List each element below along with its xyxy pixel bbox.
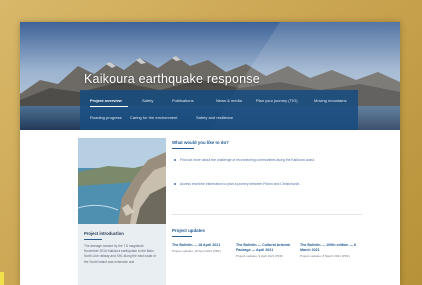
project-updates-heading: Project updates (172, 228, 205, 233)
update-meta: Project updates, 9 April 2021 (PDF) (236, 253, 284, 258)
nav-item-roading-progress[interactable]: Roading progress (90, 115, 122, 120)
update-item[interactable]: The Bulletin — 100th edition — 8 March 2… (300, 243, 358, 258)
update-title[interactable]: The Bulletin — Cultural Artwork Package … (236, 243, 294, 253)
coastline-photo (78, 138, 166, 224)
update-meta: Project updates, 8 March 2021 (PDF) (300, 253, 350, 258)
update-title[interactable]: The Bulletin — 100th edition — 8 March 2… (300, 243, 358, 253)
content-area (20, 130, 400, 285)
nav-item-caring-environment[interactable]: Caring for the environment (130, 115, 177, 120)
page-title: Kaikoura earthquake response (84, 72, 260, 86)
nav-item-publications[interactable]: Publications (172, 98, 194, 103)
nav-item-plan-journey[interactable]: Plan your journey (TIO) (256, 98, 298, 103)
project-introduction-card: Project introduction The damage caused b… (78, 138, 166, 285)
update-item[interactable]: The Bulletin — Cultural Artwork Package … (236, 243, 294, 258)
nav-item-project-overview[interactable]: Project overview (90, 98, 122, 103)
update-meta: Project updates, 18 April 2021 (PDF) (172, 248, 221, 253)
bullet-icon (174, 159, 176, 161)
bullet-icon (174, 183, 176, 185)
nav-active-indicator (90, 106, 128, 107)
project-updates-underline (172, 236, 192, 237)
main-navigation: Project overview Safety Publications New… (80, 90, 358, 130)
update-title[interactable]: The Bulletin — 18 April 2021 (172, 243, 230, 248)
nav-item-safety[interactable]: Safety (142, 98, 153, 103)
section-divider (172, 214, 362, 215)
corner-marker (0, 272, 4, 285)
intro-text: The damage caused by the 7.8 magnitude N… (84, 244, 156, 264)
intro-underline (84, 239, 102, 240)
intro-title: Project introduction (84, 231, 124, 236)
update-item[interactable]: The Bulletin — 18 April 2021 Project upd… (172, 243, 230, 253)
bullet-link[interactable]: Find out more about the challenge of rec… (180, 158, 350, 163)
nav-item-news-media[interactable]: News & media (216, 98, 242, 103)
coastline-image (78, 138, 166, 224)
web-page: Kaikoura earthquake response Project ove… (20, 22, 400, 285)
what-to-do-underline (172, 148, 194, 149)
nav-item-moving-mountains[interactable]: Moving mountains (314, 98, 346, 103)
what-to-do-heading: What would you like to do? (172, 140, 229, 145)
bullet-link[interactable]: Access real time information to plan a j… (180, 182, 350, 187)
nav-item-safety-resilience[interactable]: Safety and resilience (196, 115, 233, 120)
